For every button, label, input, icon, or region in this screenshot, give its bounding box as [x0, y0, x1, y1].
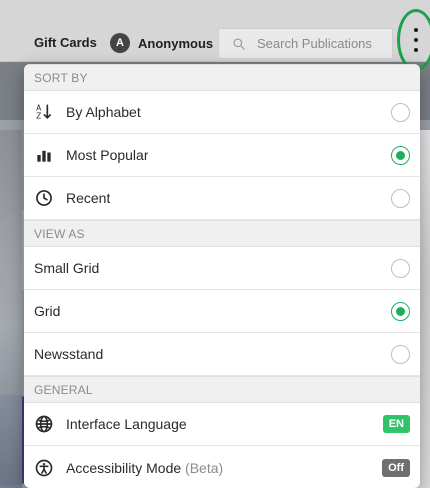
section-sort-by: SORT BY — [24, 64, 420, 91]
section-view-as: VIEW AS — [24, 220, 420, 247]
avatar: A — [110, 33, 130, 53]
view-option-small-grid-label: Small Grid — [34, 260, 100, 276]
sort-option-recent-left: Recent — [34, 188, 391, 208]
interface-language-row[interactable]: Interface Language EN — [24, 403, 420, 446]
kebab-vertical-icon[interactable] — [411, 28, 421, 52]
view-option-newsstand-left: Newsstand — [34, 346, 391, 362]
sort-option-popular[interactable]: Most Popular — [24, 134, 420, 177]
background-left-strip — [0, 130, 22, 488]
settings-dropdown-menu: SORT BY A Z By Alphabet Most Popular Rec… — [24, 64, 420, 488]
sort-alphabet-radio[interactable] — [391, 102, 410, 122]
highlight-ring — [397, 9, 430, 71]
accessibility-mode-text: Accessibility Mode — [66, 459, 182, 476]
sort-option-popular-label: Most Popular — [66, 147, 149, 163]
sort-option-alphabet[interactable]: A Z By Alphabet — [24, 91, 420, 134]
view-option-grid-label: Grid — [34, 303, 61, 319]
globe-icon — [34, 414, 54, 434]
sort-recent-radio[interactable] — [391, 188, 410, 208]
gift-cards-link[interactable]: Gift Cards — [34, 35, 97, 50]
section-general: GENERAL — [24, 376, 420, 403]
view-option-grid[interactable]: Grid — [24, 290, 420, 333]
accessibility-mode-left: Accessibility Mode (Beta) — [34, 458, 382, 478]
clock-icon — [34, 188, 54, 208]
sort-option-popular-left: Most Popular — [34, 145, 391, 165]
accessibility-icon — [34, 458, 54, 478]
user-name: Anonymous — [138, 35, 214, 51]
user-menu[interactable]: A Anonymous — [110, 31, 213, 55]
sort-popular-radio[interactable] — [391, 145, 410, 165]
search-icon — [229, 34, 249, 54]
sort-option-alphabet-label: By Alphabet — [66, 104, 141, 120]
search-input[interactable] — [257, 36, 397, 51]
view-option-grid-left: Grid — [34, 303, 391, 319]
top-bar: Gift Cards A Anonymous — [0, 0, 430, 71]
interface-language-label: Interface Language — [66, 416, 187, 432]
sort-option-recent[interactable]: Recent — [24, 177, 420, 220]
bar-chart-icon — [34, 145, 54, 165]
sort-option-alphabet-left: A Z By Alphabet — [34, 102, 391, 122]
view-grid-radio[interactable] — [391, 301, 410, 321]
accessibility-badge[interactable]: Off — [382, 458, 410, 477]
view-newsstand-radio[interactable] — [391, 344, 410, 364]
view-option-newsstand[interactable]: Newsstand — [24, 333, 420, 376]
svg-text:Z: Z — [36, 112, 41, 121]
interface-language-left: Interface Language — [34, 414, 383, 434]
accessibility-mode-label: Accessibility Mode (Beta) — [66, 460, 223, 476]
sort-option-recent-label: Recent — [66, 190, 111, 206]
view-option-small-grid[interactable]: Small Grid — [24, 247, 420, 290]
sort-alpha-icon: A Z — [34, 102, 54, 122]
language-badge[interactable]: EN — [382, 415, 410, 433]
accessibility-mode-row[interactable]: Accessibility Mode (Beta) Off — [24, 446, 420, 488]
view-small-grid-radio[interactable] — [391, 258, 410, 278]
search-box[interactable] — [218, 28, 397, 59]
view-option-small-grid-left: Small Grid — [34, 260, 391, 276]
view-option-newsstand-label: Newsstand — [34, 346, 104, 362]
accessibility-mode-beta: (Beta) — [185, 459, 224, 476]
